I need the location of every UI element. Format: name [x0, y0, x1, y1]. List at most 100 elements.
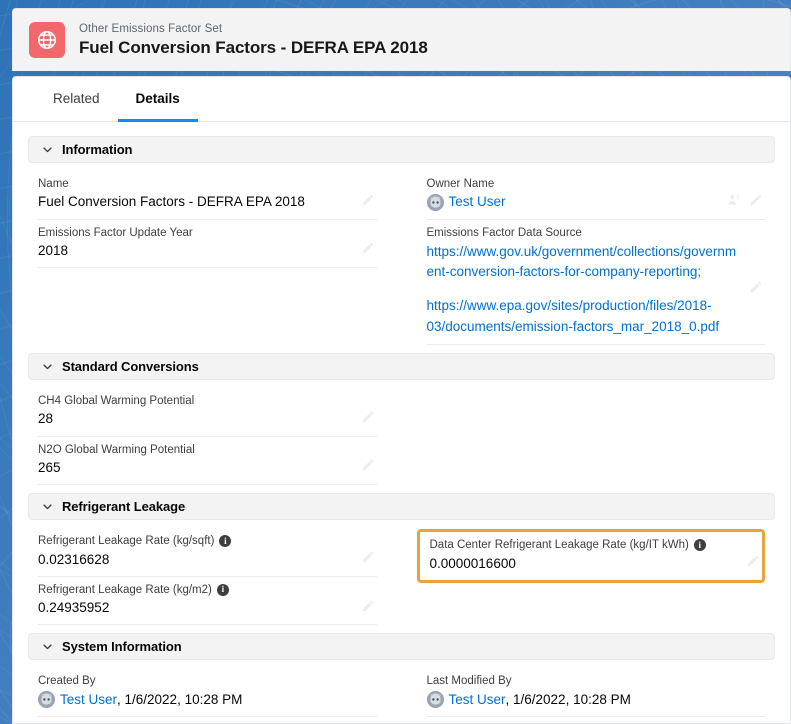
field-created-by: Created By Test User, 1/6/2022, 10:28 PM [38, 668, 377, 717]
field-grid: CH4 Global Warming Potential 28 N2O Global… [28, 382, 775, 493]
field-owner-name: Owner Name Test User [426, 171, 765, 220]
user-link[interactable]: Test User [60, 691, 117, 709]
field-n2o-global-warming-potential: N2O Global Warming Potential 265 [38, 437, 377, 486]
edit-pencil-icon[interactable] [749, 193, 763, 207]
row-actions [727, 193, 763, 207]
field-label-text: Last Modified By [426, 675, 512, 688]
field-column-left: Refrigerant Leakage Rate (kg/sqft) i 0.023… [38, 528, 377, 626]
page-title: Fuel Conversion Factors - DEFRA EPA 2018 [79, 37, 428, 57]
section-header-system-information[interactable]: System Information [28, 633, 775, 661]
field-name: Name Fuel Conversion Factors - DEFRA EPA … [38, 171, 377, 220]
tab-details-label: Details [135, 91, 180, 106]
edit-pencil-icon[interactable] [361, 550, 375, 564]
globe-icon [29, 22, 65, 58]
details-content: Information Name Fuel Conversion Factors -… [13, 122, 790, 723]
field-label: Name [38, 177, 349, 191]
field-label-text: Refrigerant Leakage Rate (kg/sqft) [38, 535, 215, 548]
user-link[interactable]: Test User [449, 691, 506, 709]
field-label-text: CH4 Global Warming Potential [38, 394, 195, 407]
record-detail-panel: Related Details Information Name Fuel Conv… [12, 76, 791, 724]
section-title: Information [62, 142, 133, 157]
tab-related[interactable]: Related [35, 78, 118, 122]
section-information: Information Name Fuel Conversion Factors -… [28, 136, 775, 353]
field-label-text: Owner Name [426, 178, 495, 190]
info-icon[interactable]: i [219, 535, 232, 548]
field-label: Emissions Factor Update Year [38, 226, 349, 240]
field-column-right: Owner Name Test User Emissions Factor Data… [426, 171, 765, 345]
field-column-right: Data Center Refrigerant Leakage Rate (kg… [416, 528, 765, 625]
section-header-standard-conversions[interactable]: Standard Conversions [28, 352, 775, 380]
chevron-down-icon [41, 501, 53, 513]
field-grid: Name Fuel Conversion Factors - DEFRA EPA … [28, 165, 775, 353]
field-column-left: CH4 Global Warming Potential 28 N2O Global… [38, 388, 377, 486]
timestamp-text: , 1/6/2022, 10:28 PM [117, 691, 243, 707]
edit-pencil-icon[interactable] [361, 410, 375, 424]
row-actions [361, 241, 375, 255]
field-label: Last Modified By [427, 674, 738, 688]
field-label-text: Emissions Factor Update Year [38, 226, 193, 239]
row-actions [361, 410, 375, 424]
row-actions [361, 458, 375, 472]
field-label: CH4 Global Warming Potential [38, 394, 349, 408]
field-column-left: Created By Test User, 1/6/2022, 10:28 PM [38, 668, 377, 717]
info-icon[interactable]: i [216, 583, 229, 596]
record-type-label: Other Emissions Factor Set [79, 22, 223, 35]
row-actions [361, 193, 375, 207]
field-label-text: N2O Global Warming Potential [38, 443, 195, 456]
data-source-link[interactable]: https://www.epa.gov/sites/production/fil… [427, 298, 720, 333]
row-actions [749, 280, 763, 294]
field-value: Fuel Conversion Factors - DEFRA EPA 2018 [38, 194, 305, 210]
data-source-link[interactable]: https://www.gov.uk/government/collection… [427, 244, 737, 279]
url-spacer [427, 282, 738, 296]
edit-pencil-icon[interactable] [746, 554, 760, 568]
field-grid: Refrigerant Leakage Rate (kg/sqft) i 0.023… [28, 522, 775, 633]
row-actions [361, 599, 375, 613]
field-value: Test User, 1/6/2022, 10:28 PM [426, 691, 738, 709]
field-label: Refrigerant Leakage Rate (kg/sqft) i [38, 534, 349, 548]
avatar [38, 691, 55, 709]
section-header-information[interactable]: Information [28, 136, 775, 163]
section-title: Refrigerant Leakage [62, 499, 186, 515]
section-title: Standard Conversions [62, 358, 199, 374]
edit-pencil-icon[interactable] [361, 599, 375, 613]
field-emissions-factor-update-year: Emissions Factor Update Year 2018 [38, 220, 377, 269]
tab-details[interactable]: Details [117, 78, 198, 122]
field-last-modified-by: Last Modified By Test User, 1/6/2022, 10:… [426, 668, 765, 717]
field-value: 28 [38, 411, 54, 427]
section-system-information: System Information Created By Test User, 1… [28, 633, 775, 723]
edit-pencil-icon[interactable] [361, 241, 375, 255]
section-refrigerant-leakage: Refrigerant Leakage Refrigerant Leakage R… [28, 493, 775, 633]
edit-pencil-icon[interactable] [361, 193, 375, 207]
row-actions [361, 550, 375, 564]
chevron-down-icon [41, 641, 53, 653]
field-value: https://www.gov.uk/government/collection… [427, 242, 738, 337]
info-icon[interactable]: i [693, 539, 706, 552]
edit-pencil-icon[interactable] [749, 280, 763, 294]
section-header-refrigerant-leakage[interactable]: Refrigerant Leakage [28, 493, 775, 521]
tab-bar: Related Details [13, 77, 790, 122]
row-actions [746, 554, 760, 568]
field-label: N2O Global Warming Potential [38, 443, 349, 457]
user-link[interactable]: Test User [449, 193, 506, 211]
field-value: Test User, 1/6/2022, 10:28 PM [38, 691, 349, 709]
section-title: System Information [62, 639, 182, 655]
tab-related-label: Related [53, 91, 100, 106]
edit-pencil-icon[interactable] [361, 458, 375, 472]
field-label: Refrigerant Leakage Rate (kg/m2) i [38, 583, 349, 597]
field-value: 0.0000016600 [429, 555, 516, 571]
field-label: Emissions Factor Data Source [427, 226, 738, 240]
field-grid: Created By Test User, 1/6/2022, 10:28 PM L… [28, 662, 775, 723]
field-label-text: Created By [38, 675, 96, 688]
field-label-text: Refrigerant Leakage Rate (kg/m2) [38, 583, 212, 596]
field-emissions-factor-data-source: Emissions Factor Data Source https://www.… [426, 220, 765, 345]
field-data-center-refrigerant-leakage-rate-kg-it-kwh: Data Center Refrigerant Leakage Rate (kg… [416, 529, 765, 583]
timestamp-text: , 1/6/2022, 10:28 PM [505, 691, 631, 707]
record-header: Other Emissions Factor Set Fuel Conversi… [12, 8, 791, 71]
field-column-right [427, 388, 766, 485]
field-label: Data Center Refrigerant Leakage Rate (kg… [430, 538, 735, 552]
avatar [426, 691, 444, 709]
section-standard-conversions: Standard Conversions CH4 Global Warming P… [28, 352, 775, 493]
change-owner-icon[interactable] [727, 193, 741, 207]
field-ch4-global-warming-potential: CH4 Global Warming Potential 28 [38, 388, 377, 437]
field-refrigerant-leakage-rate-kg-m2: Refrigerant Leakage Rate (kg/m2) i 0.24935… [38, 577, 377, 626]
